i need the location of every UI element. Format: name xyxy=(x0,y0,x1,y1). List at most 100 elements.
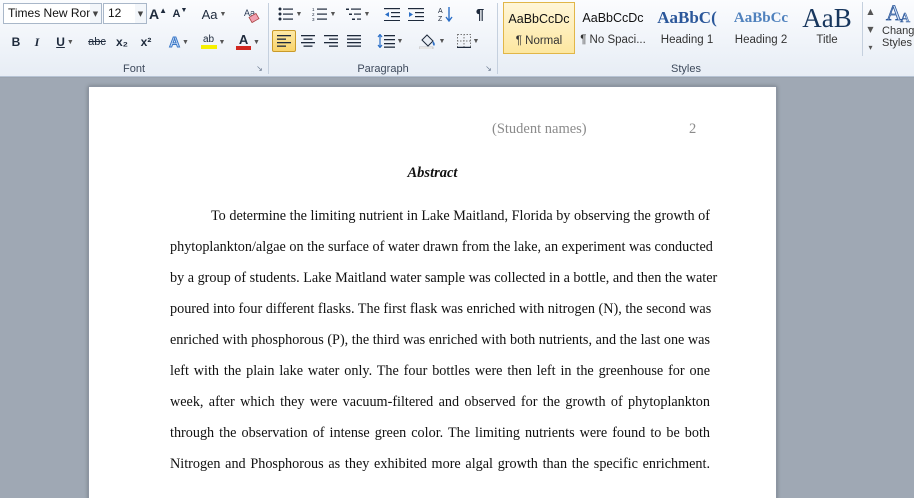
font-dialog-launcher-icon[interactable]: ↘ xyxy=(255,64,264,73)
increase-indent-button[interactable] xyxy=(405,3,427,25)
underline-button[interactable]: U ▼ xyxy=(52,31,78,53)
align-right-icon xyxy=(324,35,338,47)
justify-icon xyxy=(347,35,361,47)
highlight-icon: ab xyxy=(200,35,217,49)
font-color-button[interactable]: A ▼ xyxy=(234,31,262,53)
subscript-button[interactable]: x₂ xyxy=(112,31,132,53)
svg-text:A: A xyxy=(438,8,443,15)
strikethrough-icon: abc xyxy=(88,36,106,48)
svg-text:3: 3 xyxy=(312,17,315,21)
underline-icon: U xyxy=(56,35,65,49)
borders-button[interactable]: ▼ xyxy=(453,30,483,52)
align-left-button[interactable] xyxy=(272,30,296,52)
style-normal-sample: AaBbCcDc xyxy=(508,12,570,26)
numbering-icon: 1 2 3 xyxy=(312,7,327,21)
numbering-button[interactable]: 1 2 3 ▼ xyxy=(309,3,339,25)
font-size-dropdown-icon[interactable]: ▼ xyxy=(135,3,147,24)
gallery-down-icon[interactable]: ▼ xyxy=(867,25,873,34)
pilcrow-icon: ¶ xyxy=(475,5,485,23)
shading-button[interactable]: ▼ xyxy=(417,30,447,52)
line-spacing-button[interactable]: ▼ xyxy=(375,30,405,52)
svg-text:A: A xyxy=(900,11,911,24)
shrink-font-icon: A xyxy=(172,8,181,20)
multilevel-list-icon xyxy=(345,8,361,20)
bold-button[interactable]: B xyxy=(7,31,25,53)
style-normal[interactable]: AaBbCcDc ¶ Normal xyxy=(503,2,575,54)
change-case-button[interactable]: Aa ▼ xyxy=(200,3,228,25)
grow-font-button[interactable]: A ▲ xyxy=(148,3,168,25)
decrease-indent-icon xyxy=(384,8,400,21)
body-line: by a group of students. Lake Maitland wa… xyxy=(170,270,718,286)
sort-icon: A Z xyxy=(438,7,453,22)
font-name-combo[interactable]: Times New Rom xyxy=(3,3,91,24)
line-spacing-icon xyxy=(377,34,395,48)
paragraph-group-label: Paragraph xyxy=(357,63,409,75)
svg-text:Z: Z xyxy=(438,16,443,22)
style-heading-2-name: Heading 2 xyxy=(734,34,788,46)
style-heading-2[interactable]: AaBbCc Heading 2 xyxy=(725,2,797,54)
font-group-label: Font xyxy=(122,63,145,75)
justify-button[interactable] xyxy=(343,30,365,52)
style-heading-1-sample: AaBbC( xyxy=(657,8,717,27)
superscript-icon: x² xyxy=(140,35,152,49)
bold-icon: B xyxy=(11,35,21,49)
borders-icon xyxy=(456,34,471,48)
bullets-icon xyxy=(278,7,293,21)
paragraph-dialog-launcher-icon[interactable]: ↘ xyxy=(484,64,493,73)
ribbon: Times New Rom ▼ 12 ▼ A ▲ A ▼ Aa ▼ Aa B I U ▼ xyxy=(0,0,914,77)
gallery-up-icon[interactable]: ▲ xyxy=(867,7,873,16)
italic-button[interactable]: I xyxy=(28,31,46,53)
text-effects-button[interactable]: A ▼ xyxy=(166,31,192,53)
body-line: To determine the limiting nutrient in La… xyxy=(211,208,710,224)
font-color-icon: A xyxy=(236,33,252,50)
style-heading-1[interactable]: AaBbC( Heading 1 xyxy=(651,2,723,54)
style-title-name: Title xyxy=(816,34,838,46)
paragraph-group: ▼ 1 2 3 ▼ ▼ A Z ¶ ▼ ▼ ▼ Paragraph ↘ xyxy=(269,0,497,77)
align-right-button[interactable] xyxy=(320,30,342,52)
strikethrough-button[interactable]: abc xyxy=(86,31,108,53)
subscript-icon: x₂ xyxy=(115,35,128,49)
highlight-button[interactable]: ab ▼ xyxy=(198,31,228,53)
align-center-icon xyxy=(301,35,315,47)
style-no-spacing-name: ¶ No Spaci... xyxy=(580,34,646,46)
body-line: enriched with phosphorous (P), the third… xyxy=(170,332,710,348)
body-line: poured into four different flasks. The f… xyxy=(170,301,712,317)
body-line: phytoplankton/algae on the surface of wa… xyxy=(170,239,713,255)
multilevel-list-button[interactable]: ▼ xyxy=(343,3,373,25)
grow-font-icon: A xyxy=(148,6,160,22)
bullets-button[interactable]: ▼ xyxy=(275,3,305,25)
styles-group: AaBbCcDc ¶ Normal AaBbCcDc ¶ No Spaci...… xyxy=(498,0,914,77)
document-workspace: (Student names) 2 Abstract To determine … xyxy=(0,78,914,498)
change-styles-label: Change Styles xyxy=(882,25,914,49)
decrease-indent-button[interactable] xyxy=(381,3,403,25)
style-no-spacing-sample: AaBbCcDc xyxy=(582,11,644,25)
abstract-body[interactable]: To determine the limiting nutrient in La… xyxy=(170,201,718,480)
paint-bucket-icon xyxy=(418,34,435,49)
body-line: through the observation of intense green… xyxy=(170,425,710,441)
page-number: 2 xyxy=(689,121,697,137)
change-styles-icon: A A xyxy=(886,0,912,24)
style-title[interactable]: AaB Title xyxy=(791,2,863,54)
style-no-spacing[interactable]: AaBbCcDc ¶ No Spaci... xyxy=(577,2,649,54)
shrink-font-button[interactable]: A ▼ xyxy=(170,3,190,25)
text-effects-icon: A xyxy=(169,33,181,51)
clear-formatting-button[interactable]: Aa xyxy=(241,3,263,25)
increase-indent-icon xyxy=(408,8,424,21)
body-line: left with the plain lake water only. The… xyxy=(170,363,710,379)
font-size-combo[interactable]: 12 xyxy=(103,3,136,24)
sort-button[interactable]: A Z xyxy=(435,3,457,25)
show-formatting-marks-button[interactable]: ¶ xyxy=(469,3,491,25)
clear-formatting-icon: Aa xyxy=(244,8,260,23)
styles-group-label: Styles xyxy=(671,63,701,75)
style-heading-1-name: Heading 1 xyxy=(660,34,714,46)
font-group: Times New Rom ▼ 12 ▼ A ▲ A ▼ Aa ▼ Aa B I U ▼ xyxy=(0,0,268,77)
align-center-button[interactable] xyxy=(297,30,319,52)
document-page[interactable]: (Student names) 2 Abstract To determine … xyxy=(88,86,777,498)
styles-gallery-scroll: ▲ ▼ ▾ xyxy=(862,2,878,56)
change-styles-button[interactable]: A A Change Styles xyxy=(882,0,914,60)
running-head: (Student names) xyxy=(492,121,587,137)
font-name-dropdown-icon[interactable]: ▼ xyxy=(90,3,102,24)
gallery-more-icon[interactable]: ▾ xyxy=(868,43,872,52)
superscript-button[interactable]: x² xyxy=(136,31,156,53)
change-case-icon: Aa xyxy=(201,6,218,22)
